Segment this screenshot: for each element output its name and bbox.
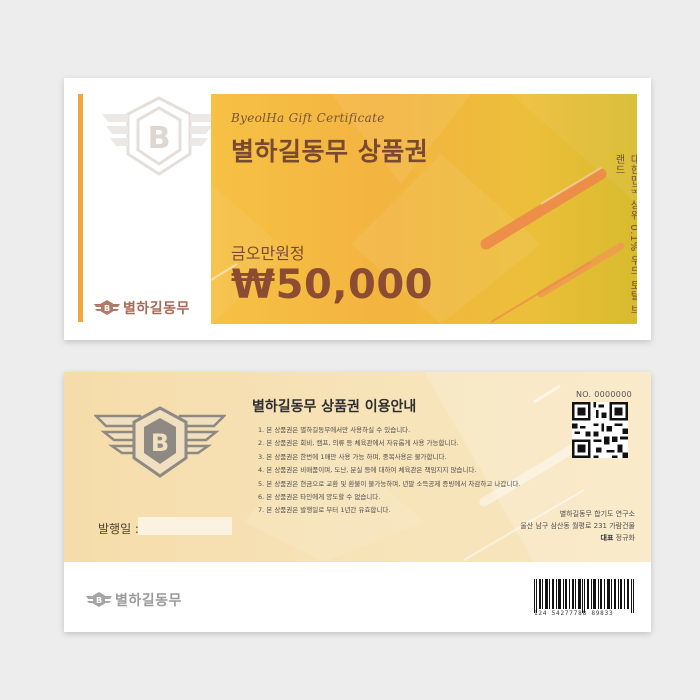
barcode-number: 124 54277788 89833	[534, 610, 614, 617]
address-line: 별하길동무 합기도 연구소	[559, 510, 635, 518]
usage-rules-list: 1. 본 상품권은 별하길동무에서만 사용하실 수 있습니다. 2. 본 상품권…	[258, 424, 520, 518]
usage-guide-title: 별하길동무 상품권 이용안내	[252, 399, 417, 415]
back-brand-logo: B 별하길동무	[86, 588, 182, 612]
rule-item: 5. 본 상품권은 현금으로 교환 및 환불이 불가능하며, 년말 소득공제 증…	[258, 479, 521, 488]
gold-panel: ByeolHa Gift Certificate 별하길동무 상품권 금오만원정…	[211, 94, 637, 324]
issue-date-field	[138, 517, 232, 535]
wing-emblem-icon: B	[94, 406, 226, 478]
amount-in-words: 금오만원정	[231, 244, 305, 263]
brand-emblem-icon: B	[94, 300, 120, 315]
brand-name: 별하길동무	[123, 301, 190, 317]
svg-text:B: B	[96, 596, 102, 605]
front-brand-logo: B 별하길동무	[94, 296, 190, 320]
brand-emblem-icon: B	[86, 592, 112, 607]
back-cream-area: B 발행일 : 별하길동무 상품권 이용안내 1. 본 상품권은 별하길동무에서…	[64, 372, 651, 562]
emblem-letter: B	[148, 121, 171, 156]
back-white-strip: B 별하길동무 124 54277788 89833	[64, 562, 651, 632]
serial-number: NO. 0000000	[576, 390, 632, 399]
rule-item: 4. 본 상품권은 비매품이며, 도난, 분실 등에 대하여 체육관은 책임지지…	[258, 466, 477, 475]
rule-item: 3. 본 상품권은 한번에 1매만 사용 가능 하며, 중복사용은 불가합니다.	[258, 452, 447, 461]
gift-certificate-front: B B 별하길동무 ByeolHa Gift Certificate 별하길동무…	[64, 78, 651, 340]
issuer-address: 별하길동무 합기도 연구소 울산 남구 삼산동 월평로 231 가람건물 대표 …	[520, 508, 635, 544]
address-line: 울산 남구 삼산동 월평로 231 가람건물	[520, 522, 635, 530]
rule-item: 7. 본 상품권은 발행일로 부터 1년간 유효합니다.	[258, 506, 391, 515]
vertical-slogan: 대한민국 상위 0.1% 우드 토탈 브랜드	[613, 154, 637, 316]
gift-certificate-back: B 발행일 : 별하길동무 상품권 이용안내 1. 본 상품권은 별하길동무에서…	[64, 372, 651, 632]
emblem-watermark-icon: B	[102, 96, 216, 176]
rule-item: 2. 본 상품권은 회비, 캠프, 의류 등 체육관에서 자유롭게 사용 가능합…	[258, 439, 459, 448]
rule-item: 6. 본 상품권은 타인에게 양도할 수 없습니다.	[258, 493, 381, 502]
representative-label: 대표	[600, 534, 614, 542]
emblem-letter: B	[151, 429, 169, 457]
certificate-title: 별하길동무 상품권	[231, 137, 429, 166]
issue-date-label: 발행일 :	[98, 522, 139, 536]
accent-bar	[78, 94, 83, 322]
svg-text:B: B	[104, 304, 110, 313]
qr-code-icon	[572, 402, 628, 458]
brand-name: 별하길동무	[115, 593, 182, 609]
rule-item: 1. 본 상품권은 별하길동무에서만 사용하실 수 있습니다.	[258, 426, 411, 434]
representative: 대표 정규화	[520, 532, 635, 544]
amount-value: ₩50,000	[231, 262, 433, 308]
certificate-script-title: ByeolHa Gift Certificate	[231, 111, 385, 125]
representative-name: 정규화	[615, 534, 635, 542]
